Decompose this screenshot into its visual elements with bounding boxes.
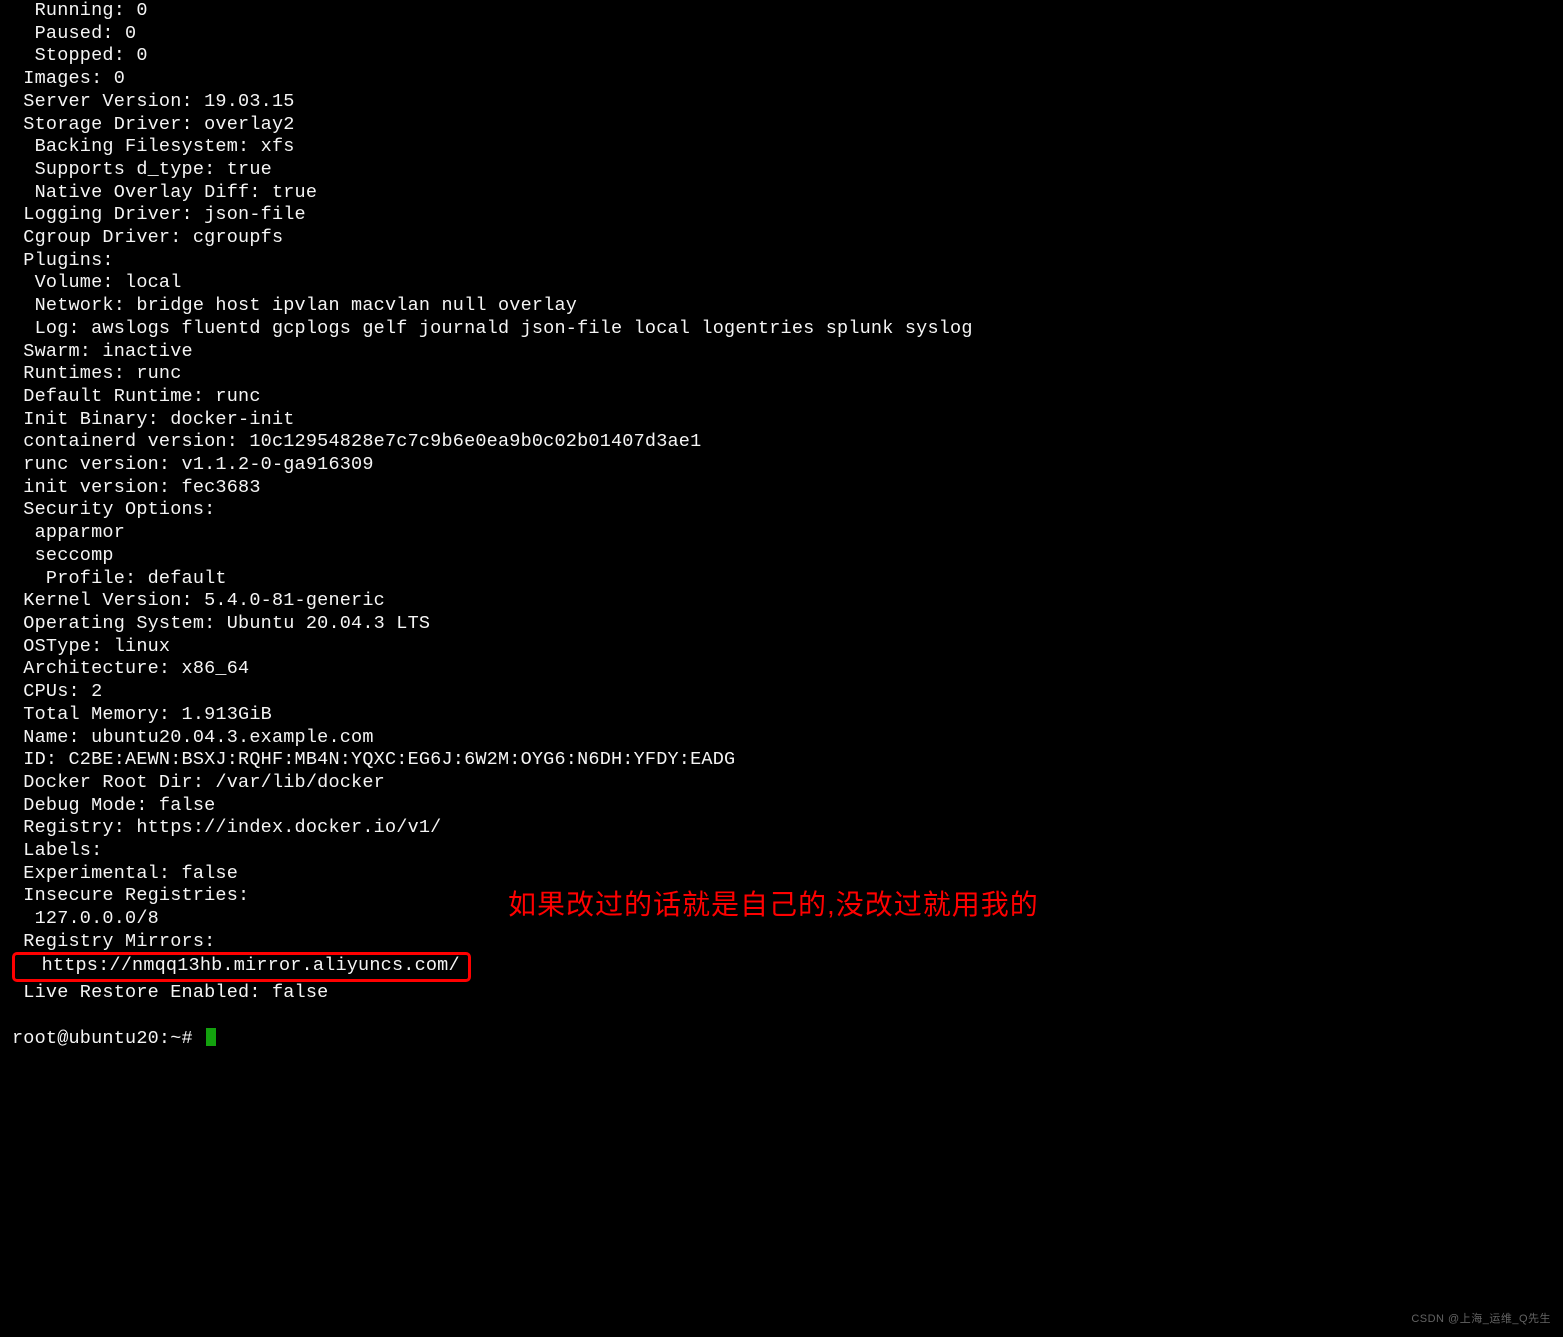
out-apparmor: apparmor (12, 522, 1551, 545)
blank-line (12, 1005, 1551, 1028)
out-name: Name: ubuntu20.04.3.example.com (12, 727, 1551, 750)
prompt-line[interactable]: root@ubuntu20:~# (12, 1028, 1551, 1051)
out-total-memory: Total Memory: 1.913GiB (12, 704, 1551, 727)
out-registry-mirrors: Registry Mirrors: (12, 931, 1551, 954)
out-kernel-version: Kernel Version: 5.4.0-81-generic (12, 590, 1551, 613)
out-docker-root-dir: Docker Root Dir: /var/lib/docker (12, 772, 1551, 795)
highlight-box: https://nmqq13hb.mirror.aliyuncs.com/ (12, 952, 471, 983)
out-containerd-version: containerd version: 10c12954828e7c7c9b6e… (12, 431, 1551, 454)
out-runc-version: runc version: v1.1.2-0-ga916309 (12, 454, 1551, 477)
out-init-binary: Init Binary: docker-init (12, 409, 1551, 432)
out-runtimes: Runtimes: runc (12, 363, 1551, 386)
out-volume: Volume: local (12, 272, 1551, 295)
out-live-restore: Live Restore Enabled: false (12, 982, 1551, 1005)
out-plugins: Plugins: (12, 250, 1551, 273)
out-server-version: Server Version: 19.03.15 (12, 91, 1551, 114)
out-images: Images: 0 (12, 68, 1551, 91)
out-native-overlay: Native Overlay Diff: true (12, 182, 1551, 205)
out-paused: Paused: 0 (12, 23, 1551, 46)
out-mirror-entry: https://nmqq13hb.mirror.aliyuncs.com/ (19, 955, 460, 976)
red-annotation-text: 如果改过的话就是自己的,没改过就用我的 (508, 894, 1039, 917)
csdn-watermark: CSDN @上海_运维_Q先生 (1411, 1308, 1551, 1331)
out-stopped: Stopped: 0 (12, 45, 1551, 68)
out-profile: Profile: default (12, 568, 1551, 591)
out-registry: Registry: https://index.docker.io/v1/ (12, 817, 1551, 840)
shell-prompt: root@ubuntu20:~# (12, 1028, 204, 1049)
out-logging-driver: Logging Driver: json-file (12, 204, 1551, 227)
out-network: Network: bridge host ipvlan macvlan null… (12, 295, 1551, 318)
out-supports-dtype: Supports d_type: true (12, 159, 1551, 182)
out-architecture: Architecture: x86_64 (12, 658, 1551, 681)
out-backing-fs: Backing Filesystem: xfs (12, 136, 1551, 159)
out-init-version: init version: fec3683 (12, 477, 1551, 500)
out-operating-system: Operating System: Ubuntu 20.04.3 LTS (12, 613, 1551, 636)
out-cgroup-driver: Cgroup Driver: cgroupfs (12, 227, 1551, 250)
out-running: Running: 0 (12, 0, 1551, 23)
out-debug-mode: Debug Mode: false (12, 795, 1551, 818)
terminal-window[interactable]: Running: 0 Paused: 0 Stopped: 0 Images: … (0, 0, 1563, 1337)
out-default-runtime: Default Runtime: runc (12, 386, 1551, 409)
out-swarm: Swarm: inactive (12, 341, 1551, 364)
out-security-options: Security Options: (12, 499, 1551, 522)
out-log: Log: awslogs fluentd gcplogs gelf journa… (12, 318, 1551, 341)
out-seccomp: seccomp (12, 545, 1551, 568)
out-experimental: Experimental: false (12, 863, 1551, 886)
cursor-icon (206, 1028, 216, 1046)
out-id: ID: C2BE:AEWN:BSXJ:RQHF:MB4N:YQXC:EG6J:6… (12, 749, 1551, 772)
out-cpus: CPUs: 2 (12, 681, 1551, 704)
out-storage-driver: Storage Driver: overlay2 (12, 114, 1551, 137)
out-mirror-entry-row: https://nmqq13hb.mirror.aliyuncs.com/ (12, 954, 1551, 983)
out-ostype: OSType: linux (12, 636, 1551, 659)
out-labels: Labels: (12, 840, 1551, 863)
